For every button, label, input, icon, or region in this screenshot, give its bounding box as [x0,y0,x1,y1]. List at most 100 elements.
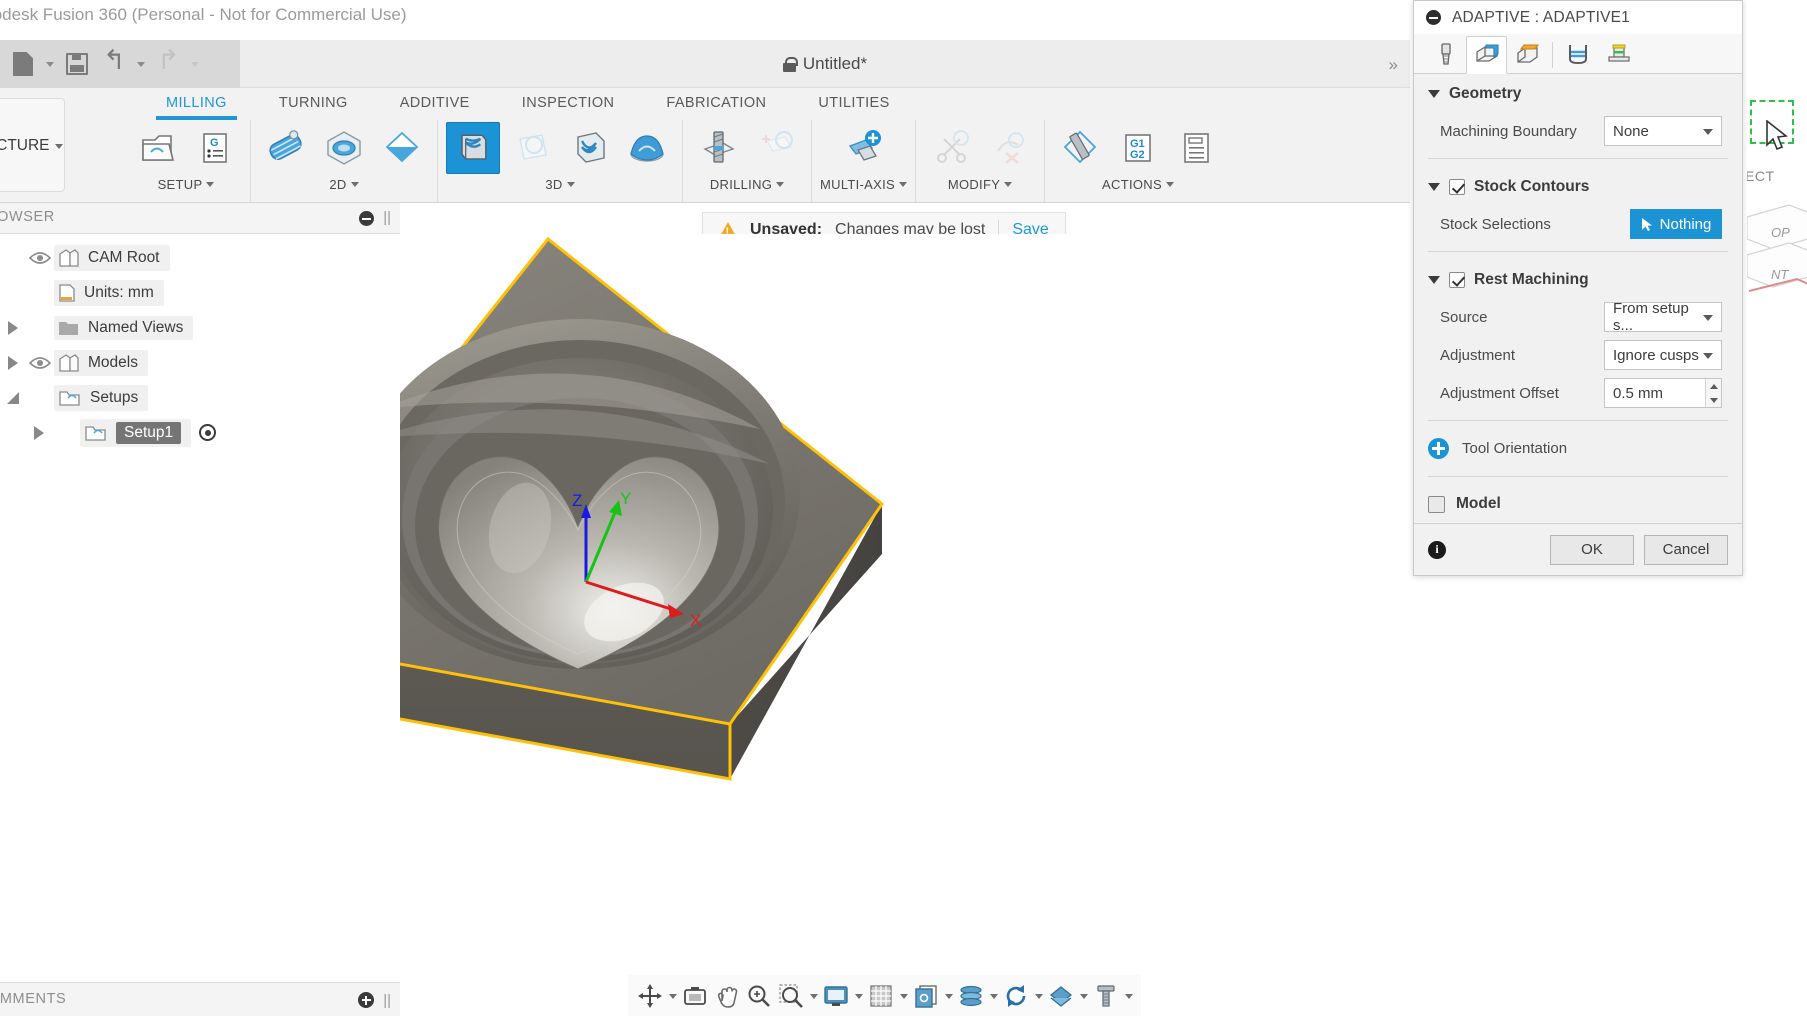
layers-button[interactable] [955,983,987,1009]
minus-circle-icon[interactable] [359,211,374,226]
tab-tool[interactable] [1425,35,1466,73]
grid-snap-dropdown[interactable] [897,993,910,999]
model-checkbox[interactable] [1428,495,1445,513]
orbit-dropdown[interactable] [666,993,679,999]
viewcube-face-front[interactable]: NT [1771,267,1788,282]
tab-geometry[interactable] [1466,36,1507,74]
chevron-down-icon[interactable] [1428,276,1440,284]
grip-icon[interactable]: || [383,992,391,1009]
zoom-button[interactable] [743,983,775,1009]
orbit-button[interactable] [634,983,666,1009]
add-drill-button[interactable] [749,122,803,174]
adjustment-select[interactable]: Ignore cusps [1604,340,1722,370]
redo-dropdown[interactable] [188,47,202,81]
undo-dropdown[interactable] [134,47,148,81]
grip-icon[interactable]: || [383,209,391,226]
expander-collapsed-icon[interactable] [26,425,52,440]
simulate-button[interactable] [1053,122,1107,174]
parallel-3d-button[interactable] [562,122,616,174]
zoom-window-button[interactable] [775,983,807,1009]
tree-item-named-views[interactable]: Named Views [0,310,400,345]
group-stock-contours-header[interactable]: Stock Contours [1414,167,1742,205]
machining-boundary-select[interactable]: None [1604,116,1722,146]
model-group-row[interactable]: Model [1414,485,1742,523]
multiaxis-button[interactable] [833,122,895,174]
tab-utilities[interactable]: UTILITIES [792,88,915,118]
info-icon[interactable]: i [1428,540,1446,559]
chevron-down-icon[interactable] [1428,183,1440,191]
view-cube[interactable]: OP NT [1747,195,1807,325]
visibility-eye-icon[interactable] [26,356,54,370]
stock-contours-checkbox[interactable] [1449,179,1465,195]
tree-item-models[interactable]: Models [0,345,400,380]
stock-selections-button[interactable]: Nothing [1630,209,1722,239]
expander-expanded-icon[interactable] [0,391,26,404]
tab-fabrication[interactable]: FABRICATION [640,88,792,118]
drill-button[interactable] [691,122,745,174]
rest-machining-checkbox[interactable] [1449,272,1465,288]
tab-additive[interactable]: ADDITIVE [374,88,496,118]
group-rest-machining-header[interactable]: Rest Machining [1414,260,1742,298]
tab-passes[interactable] [1557,35,1598,73]
tree-item-setups[interactable]: Setups [0,380,400,415]
document-tab[interactable]: Untitled* [240,40,1410,88]
visibility-eye-icon[interactable] [26,251,54,265]
chevron-down-icon[interactable] [1428,90,1440,98]
expander-collapsed-icon[interactable] [0,355,26,370]
redo-button[interactable] [151,45,185,81]
tab-inspection[interactable]: INSPECTION [496,88,641,118]
new-document-button[interactable] [6,47,40,81]
refresh-dropdown[interactable] [1032,993,1045,999]
appearance-button[interactable] [1045,983,1077,1009]
scallop-3d-button[interactable] [620,122,674,174]
appearance-dropdown[interactable] [1077,993,1090,999]
layers-dropdown[interactable] [987,993,1000,999]
viewports-button[interactable] [910,983,942,1009]
viewports-dropdown[interactable] [942,993,955,999]
adjustment-offset-input[interactable]: 0.5 mm [1604,378,1722,408]
minimize-circle-icon[interactable] [1426,10,1441,25]
tab-turning[interactable]: TURNING [253,88,374,118]
delete-toolpath-button[interactable] [982,122,1036,174]
group-geometry-header[interactable]: Geometry [1414,74,1742,112]
pan-button[interactable] [711,983,743,1009]
setup-sheet-button[interactable] [1169,122,1223,174]
tool-orientation-row[interactable]: Tool Orientation [1414,429,1742,468]
viewcube-face-top[interactable]: OP [1771,225,1790,240]
display-settings-button[interactable] [820,983,852,1009]
grid-snap-button[interactable] [865,983,897,1009]
tab-linking[interactable] [1598,35,1639,73]
display-settings-dropdown[interactable] [852,993,865,999]
scissors-button[interactable] [924,122,978,174]
spinner-down-button[interactable] [1705,393,1721,407]
tool-library-dropdown[interactable] [1122,993,1135,999]
tree-item-units[interactable]: Units: mm [0,275,400,310]
expander-collapsed-icon[interactable] [0,320,26,335]
adaptive-3d-button[interactable] [446,122,500,174]
pocket-3d-button[interactable] [504,122,558,174]
spinner-up-button[interactable] [1705,379,1721,393]
cancel-button[interactable]: Cancel [1644,534,1728,565]
tree-item-setup1[interactable]: Setup1 [0,415,400,450]
tab-overflow-button[interactable]: » [1389,55,1398,75]
setup-button[interactable] [130,122,184,174]
face-2d-button[interactable] [259,122,313,174]
look-at-button[interactable] [679,983,711,1009]
zoom-window-dropdown[interactable] [807,993,820,999]
ok-button[interactable]: OK [1550,534,1634,565]
post-process-button[interactable]: G1 G2 [1111,122,1165,174]
plus-circle-icon[interactable] [358,992,374,1008]
adaptive-2d-button[interactable] [317,122,371,174]
workspace-selector[interactable]: ANUFACTURE [0,98,65,192]
pocket-2d-button[interactable] [375,122,429,174]
new-document-dropdown[interactable] [43,47,57,81]
viewport-3d[interactable]: Z Y X [400,234,1410,974]
tab-heights[interactable] [1507,35,1548,73]
undo-button[interactable] [97,45,131,81]
ncprogram-button[interactable]: G [188,122,242,174]
tab-milling[interactable]: MILLING [140,88,253,120]
tree-item-cam-root[interactable]: CAM Root [0,240,400,275]
setup-active-radio[interactable] [199,424,217,441]
refresh-button[interactable] [1000,983,1032,1009]
save-button[interactable] [60,47,94,81]
